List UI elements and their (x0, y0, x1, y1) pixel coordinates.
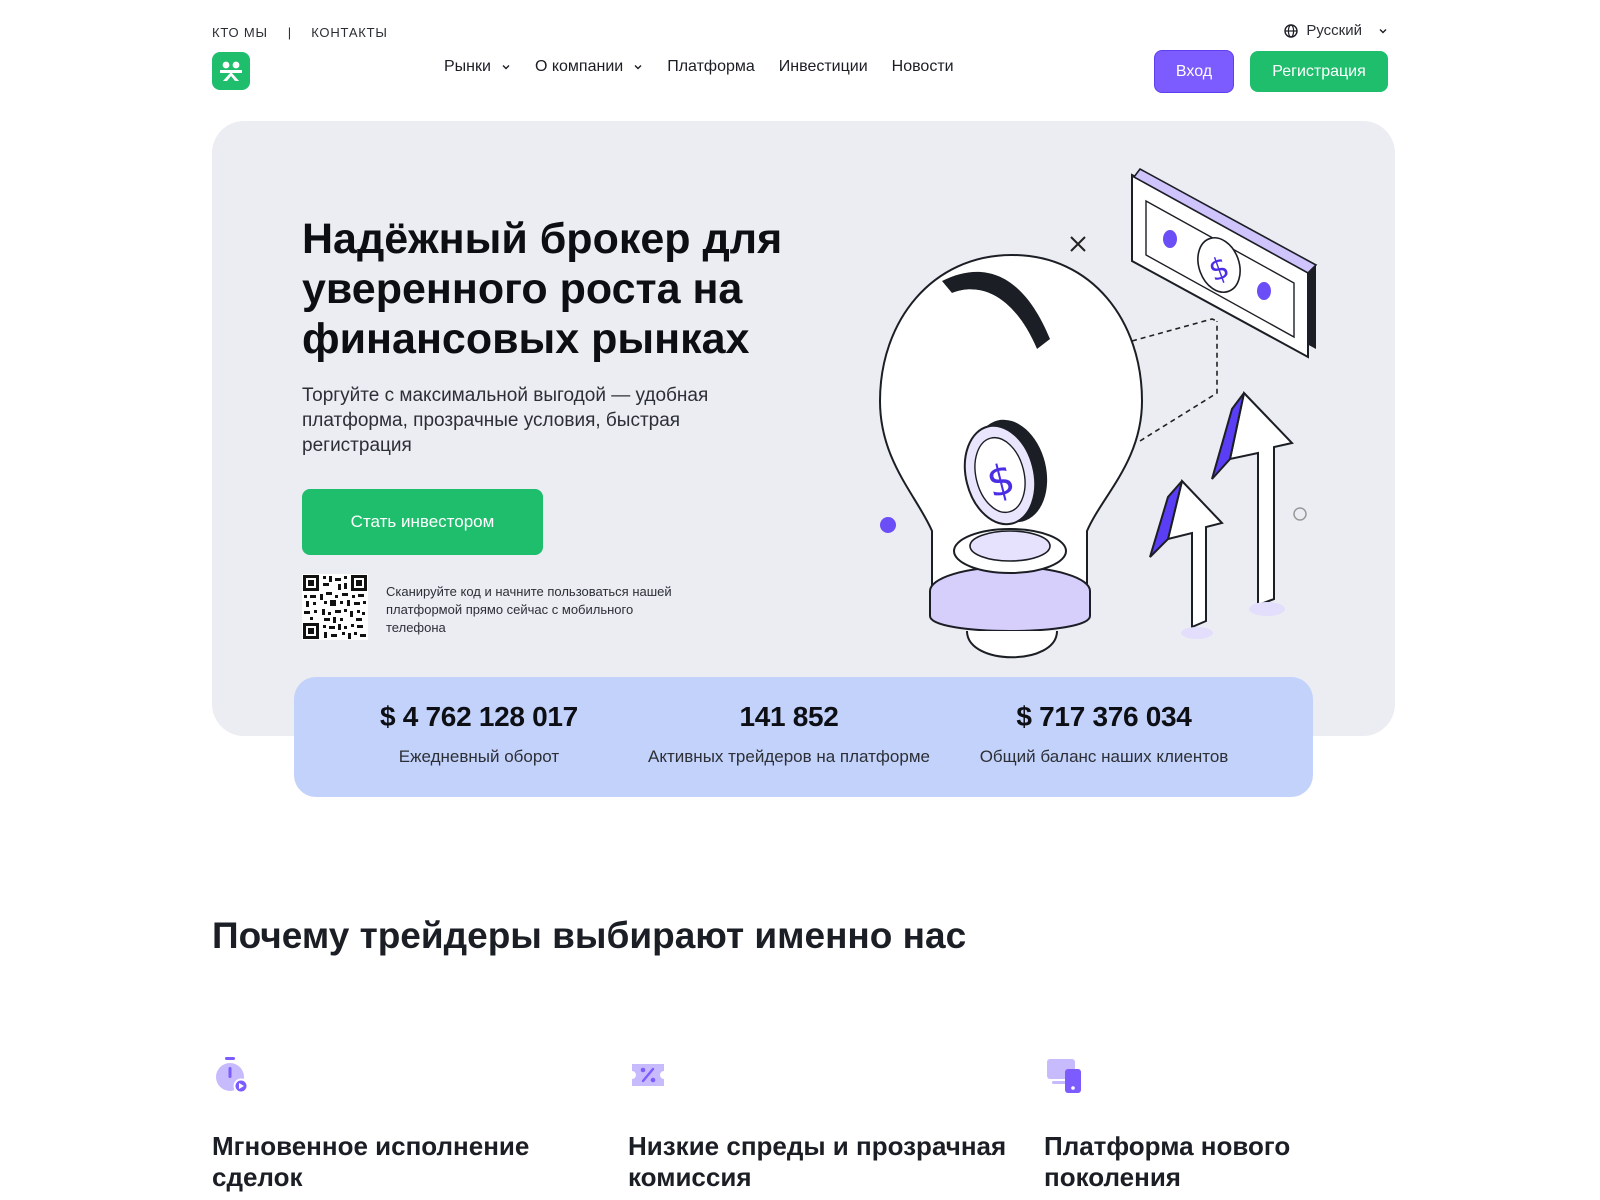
hero-section: Надёжный брокер для уверенного роста на … (212, 121, 1395, 736)
stat-value: $ 4 762 128 017 (380, 701, 578, 732)
feature-next-gen-platform: Платформа нового поколения (1044, 1055, 1424, 1193)
stat-label: Ежедневный оборот (398, 747, 560, 766)
feature-instant-execution: Мгновенное исполнение сделок (212, 1055, 592, 1193)
nav-item-label: Рынки (444, 58, 491, 75)
chevron-down-icon (634, 65, 642, 70)
nav-item-label: О компании (534, 58, 624, 75)
language-selector[interactable]: Русский (1284, 22, 1388, 39)
nav-item-platform[interactable]: Платформа (667, 58, 755, 76)
logo-icon (220, 61, 242, 81)
nav-item-markets[interactable]: Рынки (444, 58, 511, 76)
language-label: Русский (1306, 22, 1362, 39)
ring-decoration (1293, 507, 1307, 521)
stat-daily-turnover: $ 4 762 128 017 Ежедневный оборот (344, 701, 614, 767)
stat-value: 141 852 (739, 701, 839, 732)
register-button[interactable]: Регистрация (1250, 51, 1388, 92)
why-us-title: Почему трейдеры выбирают именно нас (212, 915, 967, 956)
top-bar: КТО МЫ | КОНТАКТЫ Русский (212, 22, 1388, 42)
qr-caption: Сканируйте код и начните пользоваться на… (386, 584, 672, 635)
cross-decoration (1070, 236, 1086, 252)
banknote-illustration: $ (1131, 167, 1318, 359)
feature-low-spreads: Низкие спреды и прозрачная комиссия (628, 1055, 1008, 1193)
stat-active-traders: 141 852 Активных трейдеров на платформе (614, 701, 964, 767)
devices-icon (1047, 1059, 1081, 1093)
lightbulb-body: $ (878, 253, 1144, 659)
stopwatch-icon (216, 1057, 249, 1094)
nav-item-label: Платформа (667, 58, 755, 75)
become-investor-button[interactable]: Стать инвестором (302, 489, 543, 555)
growth-arrows-illustration (1149, 390, 1294, 639)
purple-dot-decoration (880, 517, 896, 533)
chevron-down-icon (1379, 28, 1387, 33)
percent-ticket-icon (632, 1064, 664, 1086)
main-nav: Рынки О компании Платформа Инвестиции Но… (212, 50, 1388, 93)
hero-subtitle: Торгуйте с максимальной выгодой — удобна… (302, 385, 709, 456)
qr-code (302, 574, 368, 640)
nav-item-label: Инвестиции (778, 58, 868, 75)
piggy-lightbulb-illustration: $ $ (878, 167, 1318, 659)
feature-title: Платформа нового поколения (1044, 1131, 1291, 1192)
nav-menu: Рынки О компании Платформа Инвестиции Но… (444, 58, 954, 76)
chevron-down-icon (502, 65, 510, 70)
stat-value: $ 717 376 034 (1016, 701, 1192, 732)
nav-item-news[interactable]: Новости (892, 58, 954, 76)
stat-clients-balance: $ 717 376 034 Общий баланс наших клиенто… (954, 701, 1254, 767)
login-button[interactable]: Вход (1154, 50, 1234, 93)
nav-item-investments[interactable]: Инвестиции (779, 58, 868, 76)
top-link-who-we-are[interactable]: КТО МЫ (212, 25, 268, 40)
top-link-contacts[interactable]: КОНТАКТЫ (311, 25, 388, 40)
stats-panel: $ 4 762 128 017 Ежедневный оборот 141 85… (294, 677, 1313, 797)
stat-label: Активных трейдеров на платформе (648, 747, 930, 766)
hero-title: Надёжный брокер для уверенного роста на … (302, 215, 783, 363)
top-link-separator: | (287, 24, 292, 40)
feature-title: Мгновенное исполнение сделок (212, 1131, 530, 1192)
nav-item-about[interactable]: О компании (535, 58, 643, 76)
feature-title: Низкие спреды и прозрачная комиссия (628, 1131, 1007, 1192)
globe-icon (1284, 23, 1299, 38)
stat-label: Общий баланс наших клиентов (979, 747, 1229, 766)
brand-logo[interactable] (212, 52, 250, 90)
nav-item-label: Новости (891, 58, 954, 75)
